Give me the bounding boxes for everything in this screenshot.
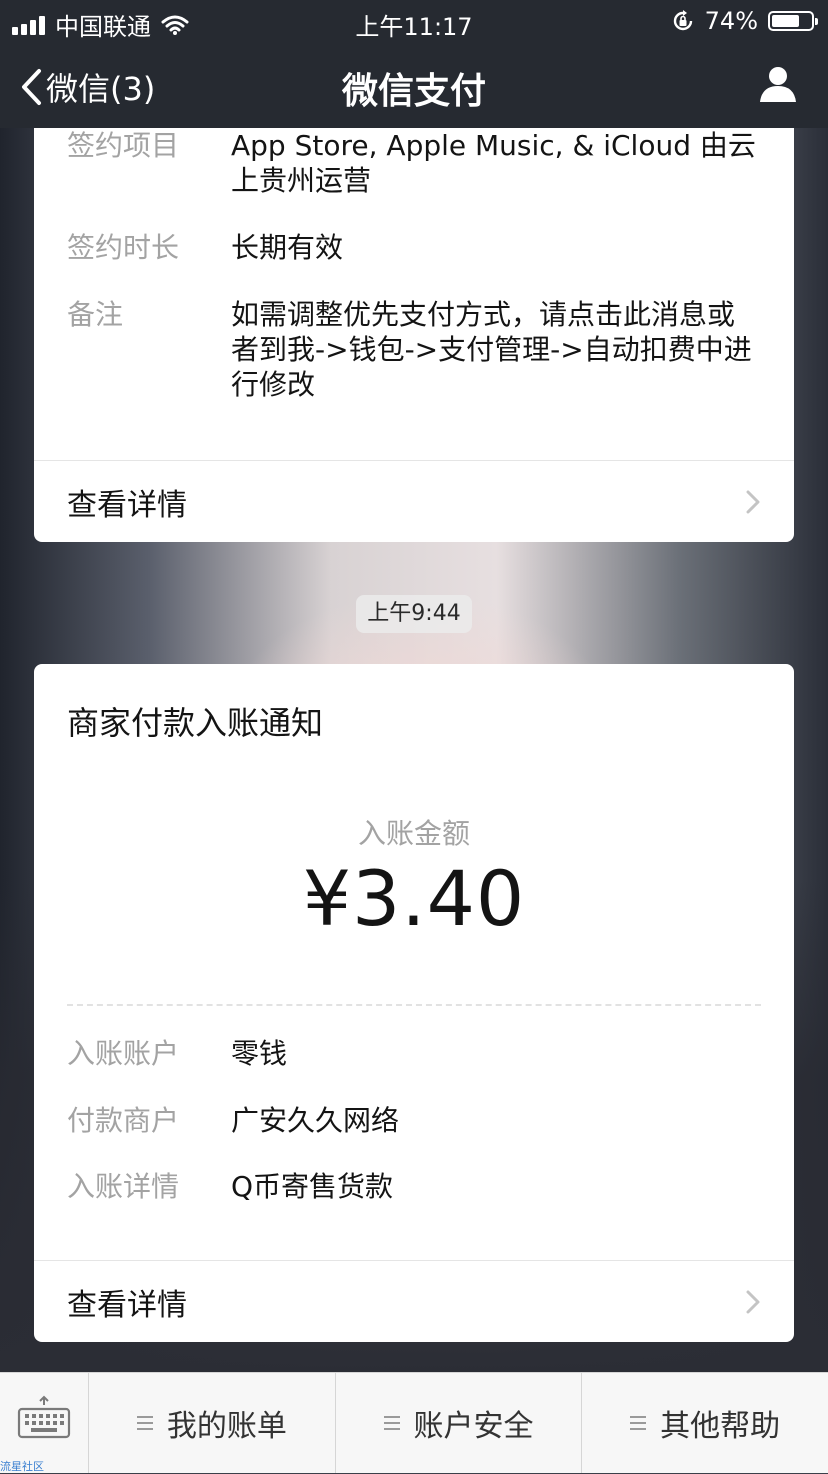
info-key: 签约时长 <box>67 231 180 264</box>
menu-label: 其他帮助 <box>660 1409 781 1444</box>
menu-account-security[interactable]: 账户安全 <box>336 1373 583 1473</box>
view-details-label: 查看详情 <box>67 1288 187 1323</box>
info-key: 入账账户 <box>67 1037 180 1070</box>
card-title: 商家付款入账通知 <box>67 704 324 742</box>
view-details-button[interactable]: 查看详情 <box>34 1260 794 1342</box>
amount-value: ¥3.40 <box>302 854 526 943</box>
dashed-divider <box>67 1004 761 1006</box>
status-right: 74% <box>671 7 818 35</box>
info-row: 入账详情 Q币寄售货款 <box>67 1169 761 1204</box>
info-row: 付款商户 广安久久网络 <box>67 1103 761 1138</box>
keyboard-icon <box>17 1395 71 1439</box>
info-value: 零钱 <box>231 1037 288 1070</box>
person-icon[interactable] <box>758 64 798 104</box>
payment-notification-card[interactable]: 商家付款入账通知 入账金额 ¥3.40 入账账户 零钱 付款商户 广安久久网络 … <box>34 664 794 1342</box>
battery-fill <box>772 15 800 27</box>
info-row: 入账账户 零钱 <box>67 1036 761 1071</box>
menu-lines-icon <box>383 1416 400 1430</box>
menu-label: 账户安全 <box>413 1409 534 1444</box>
info-key: 付款商户 <box>67 1104 180 1137</box>
menu-other-help[interactable]: 其他帮助 <box>582 1373 828 1473</box>
info-row: 备注 如需调整优先支付方式，请点击此消息或者到我->钱包->支付管理->自动扣费… <box>67 297 761 402</box>
nav-bar: 微信(3) 微信支付 <box>0 44 828 128</box>
view-details-label: 查看详情 <box>67 488 187 523</box>
info-key: 备注 <box>67 298 124 331</box>
menu-lines-icon <box>630 1416 647 1430</box>
menu-lines-icon <box>136 1416 153 1430</box>
chevron-right-icon <box>746 1290 760 1314</box>
info-value: 广安久久网络 <box>231 1104 400 1137</box>
info-key: 签约项目 <box>67 129 180 162</box>
info-value: 长期有效 <box>231 231 344 264</box>
info-value: App Store, Apple Music, & iCloud 由云上贵州运营 <box>231 129 756 197</box>
battery-percent: 74% <box>704 7 758 35</box>
amount-label: 入账金额 <box>357 817 470 850</box>
rotation-lock-icon <box>673 10 692 31</box>
view-details-button[interactable]: 查看详情 <box>34 460 794 542</box>
chevron-right-icon <box>746 490 760 514</box>
menu-label: 我的账单 <box>166 1409 287 1444</box>
status-bar: 中国联通 上午11:17 74% <box>0 0 828 44</box>
message-timestamp: 上午9:44 <box>356 595 472 633</box>
info-key: 入账详情 <box>67 1170 180 1203</box>
info-row: 签约时长 长期有效 <box>67 230 761 265</box>
info-value: Q币寄售货款 <box>231 1170 394 1203</box>
info-row: 签约项目 App Store, Apple Music, & iCloud 由云… <box>67 128 761 198</box>
info-value: 如需调整优先支付方式，请点击此消息或者到我->钱包->支付管理->自动扣费中进行… <box>231 298 752 401</box>
auto-pay-card[interactable]: 签约项目 App Store, Apple Music, & iCloud 由云… <box>34 128 794 542</box>
menu-my-bills[interactable]: 我的账单 <box>89 1373 336 1473</box>
page-title: 微信支付 <box>341 71 486 112</box>
battery-icon <box>768 11 818 31</box>
bottom-menu-bar: 我的账单 账户安全 其他帮助 <box>0 1372 828 1473</box>
